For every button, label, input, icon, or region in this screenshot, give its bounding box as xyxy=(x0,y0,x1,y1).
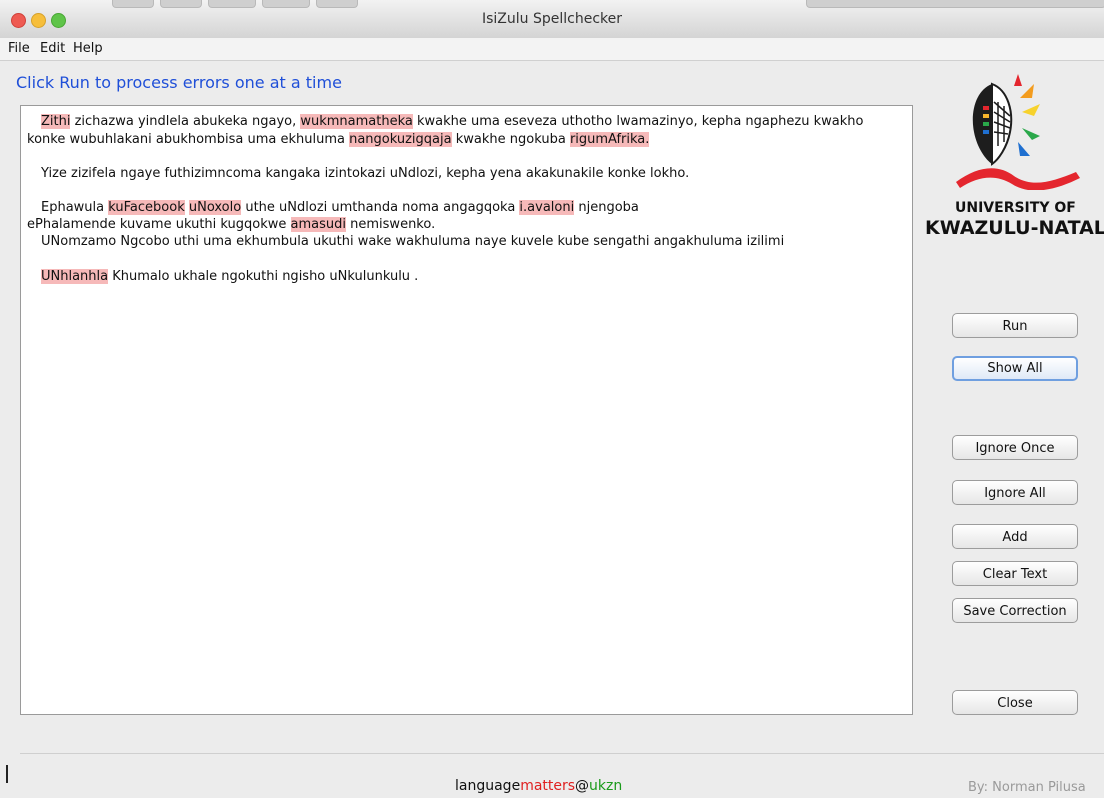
instruction-label: Click Run to process errors one at a tim… xyxy=(16,73,342,92)
misspelled-word[interactable]: uNoxolo xyxy=(188,200,242,215)
window-title: IsiZulu Spellchecker xyxy=(481,11,622,27)
text-line: ePhalamende kuvame ukuthi kugqokwe amasu… xyxy=(27,217,435,232)
background-tab xyxy=(208,0,256,8)
text-line: Zithi zichazwa yindlela abukeka ngayo, w… xyxy=(41,114,863,129)
text-line: konke wubuhlakani abukhombisa uma ekhulu… xyxy=(27,132,650,147)
window-titlebar: IsiZulu Spellchecker xyxy=(0,0,1104,39)
text-segment: ePhalamende kuvame ukuthi kugqokwe xyxy=(27,217,291,232)
text-segment: Yize zizifela ngaye futhizimncoma kangak… xyxy=(41,166,690,181)
misspelled-word[interactable]: nangokuzigqaja xyxy=(349,132,452,147)
ignore-once-button[interactable]: Ignore Once xyxy=(952,435,1078,460)
close-button[interactable]: Close xyxy=(952,690,1078,715)
text-segment: kwakhe uma eseveza uthotho lwamazinyo, k… xyxy=(412,114,864,129)
brand-part-matters: matters xyxy=(520,778,576,794)
background-tab xyxy=(160,0,202,8)
text-line: UNhlanhla Khumalo ukhale ngokuthi ngisho… xyxy=(41,269,418,284)
add-button[interactable]: Add xyxy=(952,524,1078,549)
menu-file[interactable]: File xyxy=(8,41,30,56)
text-segment: nemiswenko. xyxy=(346,217,436,232)
misspelled-word[interactable]: amasudi xyxy=(290,217,347,232)
logo-line-2: KWAZULU-NATAL xyxy=(925,217,1104,239)
background-tab xyxy=(316,0,358,8)
text-segment: Khumalo ukhale ngokuthi ngisho uNkulunku… xyxy=(108,269,419,284)
misspelled-word[interactable]: i.avaloni xyxy=(519,200,575,215)
background-tab xyxy=(112,0,154,8)
clear-text-button[interactable]: Clear Text xyxy=(952,561,1078,586)
text-segment: Ephawula xyxy=(41,200,109,215)
misspelled-word[interactable]: Zithi xyxy=(41,114,71,129)
text-segment: UNomzamo Ngcobo uthi uma ekhumbula ukuth… xyxy=(41,234,785,249)
background-tab xyxy=(262,0,310,8)
text-segment: konke wubuhlakani abukhombisa uma ekhulu… xyxy=(27,132,350,147)
menu-help[interactable]: Help xyxy=(73,41,103,56)
menu-edit[interactable]: Edit xyxy=(40,41,65,56)
edge-mark xyxy=(6,765,8,783)
show-all-button[interactable]: Show All xyxy=(952,356,1078,381)
misspelled-word[interactable]: wukmnamatheka xyxy=(300,114,413,129)
text-segment: njengoba xyxy=(574,200,639,215)
background-tab xyxy=(806,0,1104,8)
menu-bar: File Edit Help xyxy=(0,38,1104,61)
text-segment: kwakhe ngokuba xyxy=(451,132,570,147)
text-segment: uthe uNdlozi umthanda noma angagqoka xyxy=(241,200,520,215)
text-segment: zichazwa yindlela abukeka ngayo, xyxy=(70,114,301,129)
brand-footer: languagematters@ukzn xyxy=(455,778,622,794)
misspelled-word[interactable]: rigumAfrika. xyxy=(569,132,650,147)
text-line: Ephawula kuFacebook uNoxolo uthe uNdlozi… xyxy=(41,200,639,215)
university-logo xyxy=(948,72,1088,194)
misspelled-word[interactable]: UNhlanhla xyxy=(41,269,109,284)
text-line: Yize zizifela ngaye futhizimncoma kangak… xyxy=(41,166,689,181)
brand-part-at: @ xyxy=(575,778,590,794)
ukzn-emblem-icon xyxy=(956,74,1080,191)
ignore-all-button[interactable]: Ignore All xyxy=(952,480,1078,505)
save-correction-button[interactable]: Save Correction xyxy=(952,598,1078,623)
footer-divider xyxy=(20,753,1104,754)
misspelled-word[interactable]: kuFacebook xyxy=(108,200,185,215)
document-text-area[interactable]: Zithi zichazwa yindlela abukeka ngayo, w… xyxy=(20,105,913,715)
brand-part-language: language xyxy=(455,778,521,794)
brand-part-ukzn: ukzn xyxy=(589,778,623,794)
text-line: UNomzamo Ngcobo uthi uma ekhumbula ukuth… xyxy=(41,234,784,249)
run-button[interactable]: Run xyxy=(952,313,1078,338)
logo-line-1: UNIVERSITY OF xyxy=(955,200,1076,216)
author-credit: By: Norman Pilusa xyxy=(968,780,1086,795)
